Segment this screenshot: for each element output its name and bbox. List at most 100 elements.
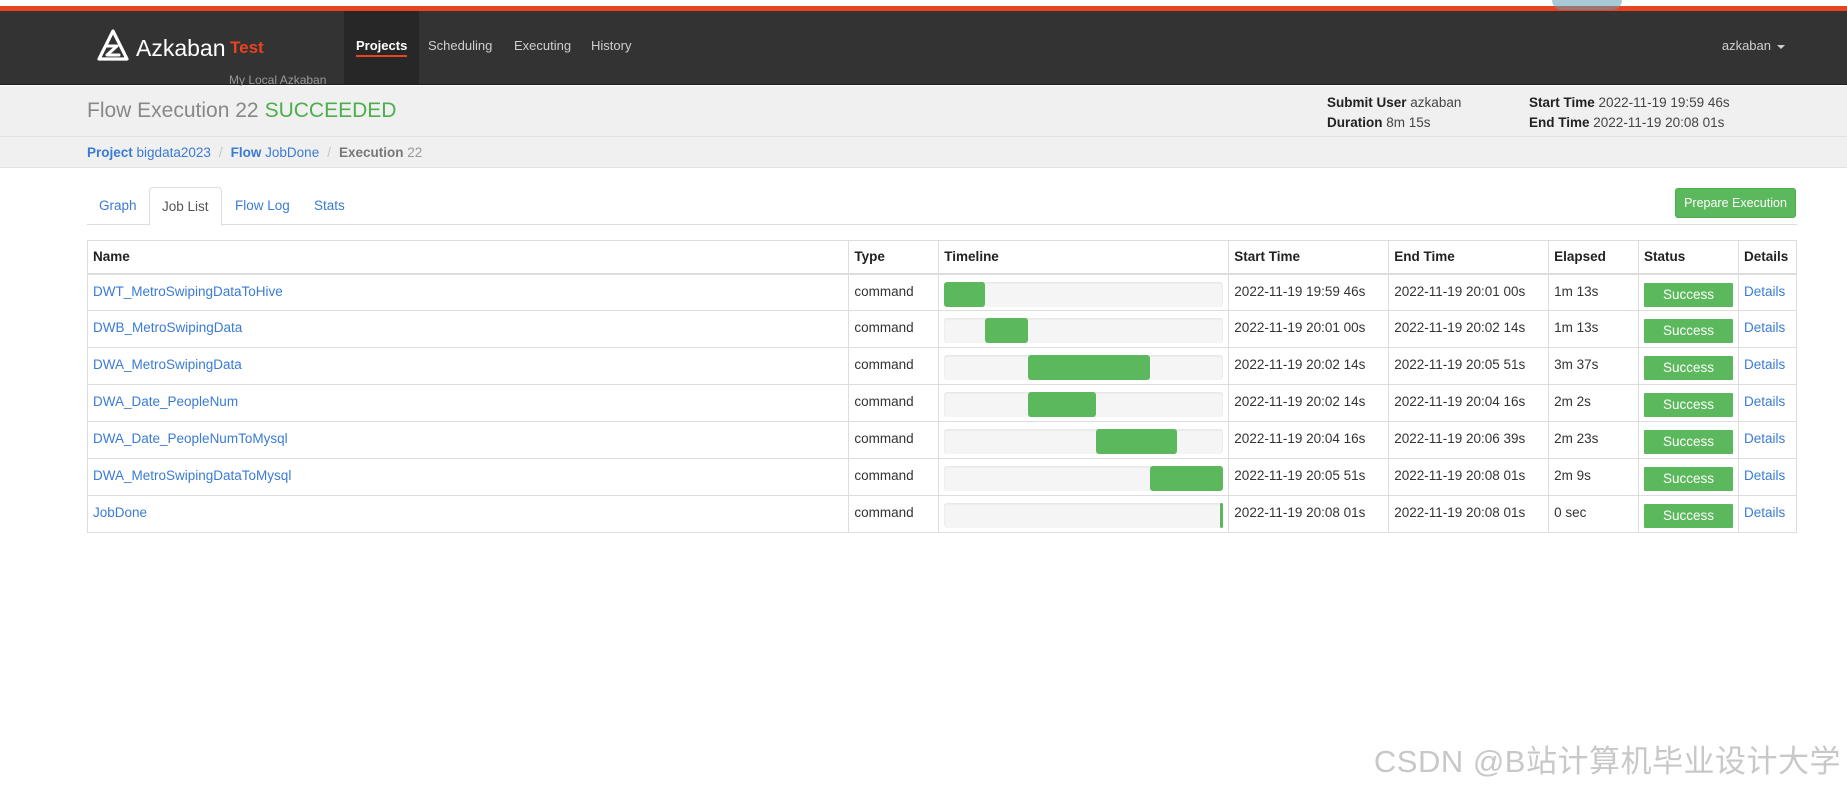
job-elapsed: 0 sec bbox=[1548, 495, 1639, 533]
job-name-cell: DWA_MetroSwipingDataToMysql bbox=[86, 458, 850, 496]
job-details-link[interactable]: Details bbox=[1744, 431, 1785, 446]
job-details-cell: Details bbox=[1737, 495, 1798, 533]
column-header-name: Name bbox=[86, 240, 850, 275]
job-details-cell: Details bbox=[1737, 273, 1798, 311]
job-status-cell: Success bbox=[1637, 273, 1739, 311]
job-status-cell: Success bbox=[1637, 495, 1739, 533]
submit-user-value: azkaban bbox=[1410, 95, 1462, 110]
duration-label: Duration bbox=[1327, 115, 1383, 130]
job-start-time: 2022-11-19 20:05 51s bbox=[1228, 458, 1390, 496]
table-row: DWA_Date_PeopleNumToMysql command 2022-1… bbox=[86, 421, 1798, 459]
breadcrumb-flow[interactable]: Flow JobDone bbox=[231, 145, 320, 160]
nav-projects[interactable]: Projects bbox=[344, 11, 420, 84]
decorative-blob bbox=[1552, 0, 1622, 10]
brand-name: Azkaban bbox=[136, 35, 226, 61]
job-timeline-cell bbox=[938, 495, 1230, 533]
job-timeline-cell bbox=[938, 421, 1230, 459]
job-type: command bbox=[848, 273, 940, 311]
job-start-time: 2022-11-19 20:01 00s bbox=[1228, 310, 1390, 348]
job-name-cell: DWA_Date_PeopleNum bbox=[86, 384, 850, 422]
table-row: JobDone command 2022-11-19 20:08 01s 202… bbox=[86, 495, 1798, 533]
end-time-label: End Time bbox=[1529, 115, 1590, 130]
flow-title-text: Flow Execution 22 bbox=[87, 99, 259, 122]
job-details-link[interactable]: Details bbox=[1744, 284, 1785, 299]
flow-status: SUCCEEDED bbox=[264, 99, 397, 122]
tab-graph[interactable]: Graph bbox=[87, 187, 149, 225]
status-badge: Success bbox=[1643, 282, 1733, 307]
job-timeline-bar bbox=[944, 281, 986, 307]
job-end-time: 2022-11-19 20:08 01s bbox=[1388, 495, 1550, 533]
job-timeline-bar bbox=[1220, 503, 1224, 528]
table-row: DWT_MetroSwipingDataToHive command 2022-… bbox=[86, 273, 1798, 311]
job-name-cell: DWA_MetroSwipingData bbox=[86, 347, 850, 385]
job-status-cell: Success bbox=[1637, 384, 1739, 422]
column-header-start-time: Start Time bbox=[1228, 240, 1390, 275]
execution-meta-right: Start Time 2022-11-19 19:59 46s End Time… bbox=[1529, 93, 1730, 133]
start-time-label: Start Time bbox=[1529, 95, 1595, 110]
navbar: Azkaban Test My Local Azkaban Projects S… bbox=[0, 11, 1847, 87]
job-name-link[interactable]: DWA_Date_PeopleNumToMysql bbox=[93, 431, 288, 446]
job-type: command bbox=[848, 458, 940, 496]
job-start-time: 2022-11-19 20:02 14s bbox=[1228, 347, 1390, 385]
job-name-link[interactable]: DWA_MetroSwipingData bbox=[93, 357, 242, 372]
execution-tabs: Graph Job List Flow Log Stats bbox=[87, 187, 1797, 226]
job-name-link[interactable]: DWA_MetroSwipingDataToMysql bbox=[93, 468, 291, 483]
breadcrumb-project-label: Project bbox=[87, 145, 133, 160]
job-details-link[interactable]: Details bbox=[1744, 357, 1785, 372]
status-badge: Success bbox=[1643, 430, 1733, 454]
job-name-link[interactable]: DWB_MetroSwipingData bbox=[93, 320, 242, 335]
breadcrumb-project-value: bigdata2023 bbox=[136, 145, 211, 160]
nav-executing[interactable]: Executing bbox=[514, 11, 571, 84]
job-end-time: 2022-11-19 20:04 16s bbox=[1388, 384, 1550, 422]
job-details-cell: Details bbox=[1737, 310, 1798, 348]
job-name-cell: JobDone bbox=[86, 495, 850, 533]
job-name-link[interactable]: DWA_Date_PeopleNum bbox=[93, 394, 238, 409]
breadcrumb-separator: / bbox=[218, 145, 223, 160]
tab-stats[interactable]: Stats bbox=[302, 187, 357, 225]
user-menu[interactable]: azkaban bbox=[1722, 11, 1785, 84]
job-timeline-bar bbox=[1150, 466, 1224, 491]
job-name-link[interactable]: DWT_MetroSwipingDataToHive bbox=[93, 284, 283, 299]
status-badge: Success bbox=[1643, 504, 1733, 528]
job-list-table: Name Type Timeline Start Time End Time E… bbox=[86, 240, 1798, 533]
job-type: command bbox=[848, 347, 940, 385]
job-name-link[interactable]: JobDone bbox=[93, 505, 147, 520]
column-header-end-time: End Time bbox=[1388, 240, 1550, 275]
table-row: DWA_Date_PeopleNum command 2022-11-19 20… bbox=[86, 384, 1798, 422]
job-start-time: 2022-11-19 20:04 16s bbox=[1228, 421, 1390, 459]
job-elapsed: 1m 13s bbox=[1548, 273, 1639, 311]
user-name: azkaban bbox=[1721, 38, 1771, 53]
prepare-execution-button[interactable]: Prepare Execution bbox=[1675, 188, 1796, 218]
status-badge: Success bbox=[1643, 467, 1733, 491]
job-elapsed: 2m 9s bbox=[1548, 458, 1639, 496]
breadcrumb-project[interactable]: Project bigdata2023 bbox=[87, 145, 211, 160]
brand-env: Test bbox=[230, 38, 264, 57]
job-details-cell: Details bbox=[1737, 347, 1798, 385]
job-name-cell: DWA_Date_PeopleNumToMysql bbox=[86, 421, 850, 459]
tab-flow-log[interactable]: Flow Log bbox=[223, 187, 302, 225]
breadcrumb-execution: Execution 22 bbox=[339, 145, 422, 160]
job-timeline-bar bbox=[985, 318, 1029, 343]
job-end-time: 2022-11-19 20:08 01s bbox=[1388, 458, 1550, 496]
job-details-link[interactable]: Details bbox=[1744, 468, 1785, 483]
job-timeline-cell bbox=[938, 458, 1230, 496]
job-status-cell: Success bbox=[1637, 421, 1739, 459]
job-timeline-bar bbox=[1028, 392, 1097, 417]
nav-history[interactable]: History bbox=[591, 11, 631, 84]
job-type: command bbox=[848, 421, 940, 459]
job-details-link[interactable]: Details bbox=[1744, 505, 1785, 520]
azkaban-logo-icon bbox=[97, 29, 129, 61]
job-details-link[interactable]: Details bbox=[1744, 320, 1785, 335]
job-start-time: 2022-11-19 20:02 14s bbox=[1228, 384, 1390, 422]
flow-header: Flow Execution 22 SUCCEEDED Submit User a… bbox=[0, 86, 1847, 136]
job-timeline-bar bbox=[1028, 355, 1151, 380]
job-elapsed: 1m 13s bbox=[1548, 310, 1639, 348]
job-name-cell: DWT_MetroSwipingDataToHive bbox=[86, 273, 850, 311]
page-title: Flow Execution 22 SUCCEEDED bbox=[87, 99, 396, 123]
job-details-link[interactable]: Details bbox=[1744, 394, 1785, 409]
nav-scheduling[interactable]: Scheduling bbox=[428, 11, 492, 84]
job-type: command bbox=[848, 495, 940, 533]
job-type: command bbox=[848, 384, 940, 422]
tab-job-list[interactable]: Job List bbox=[149, 187, 222, 226]
job-timeline-bar bbox=[1096, 429, 1178, 454]
